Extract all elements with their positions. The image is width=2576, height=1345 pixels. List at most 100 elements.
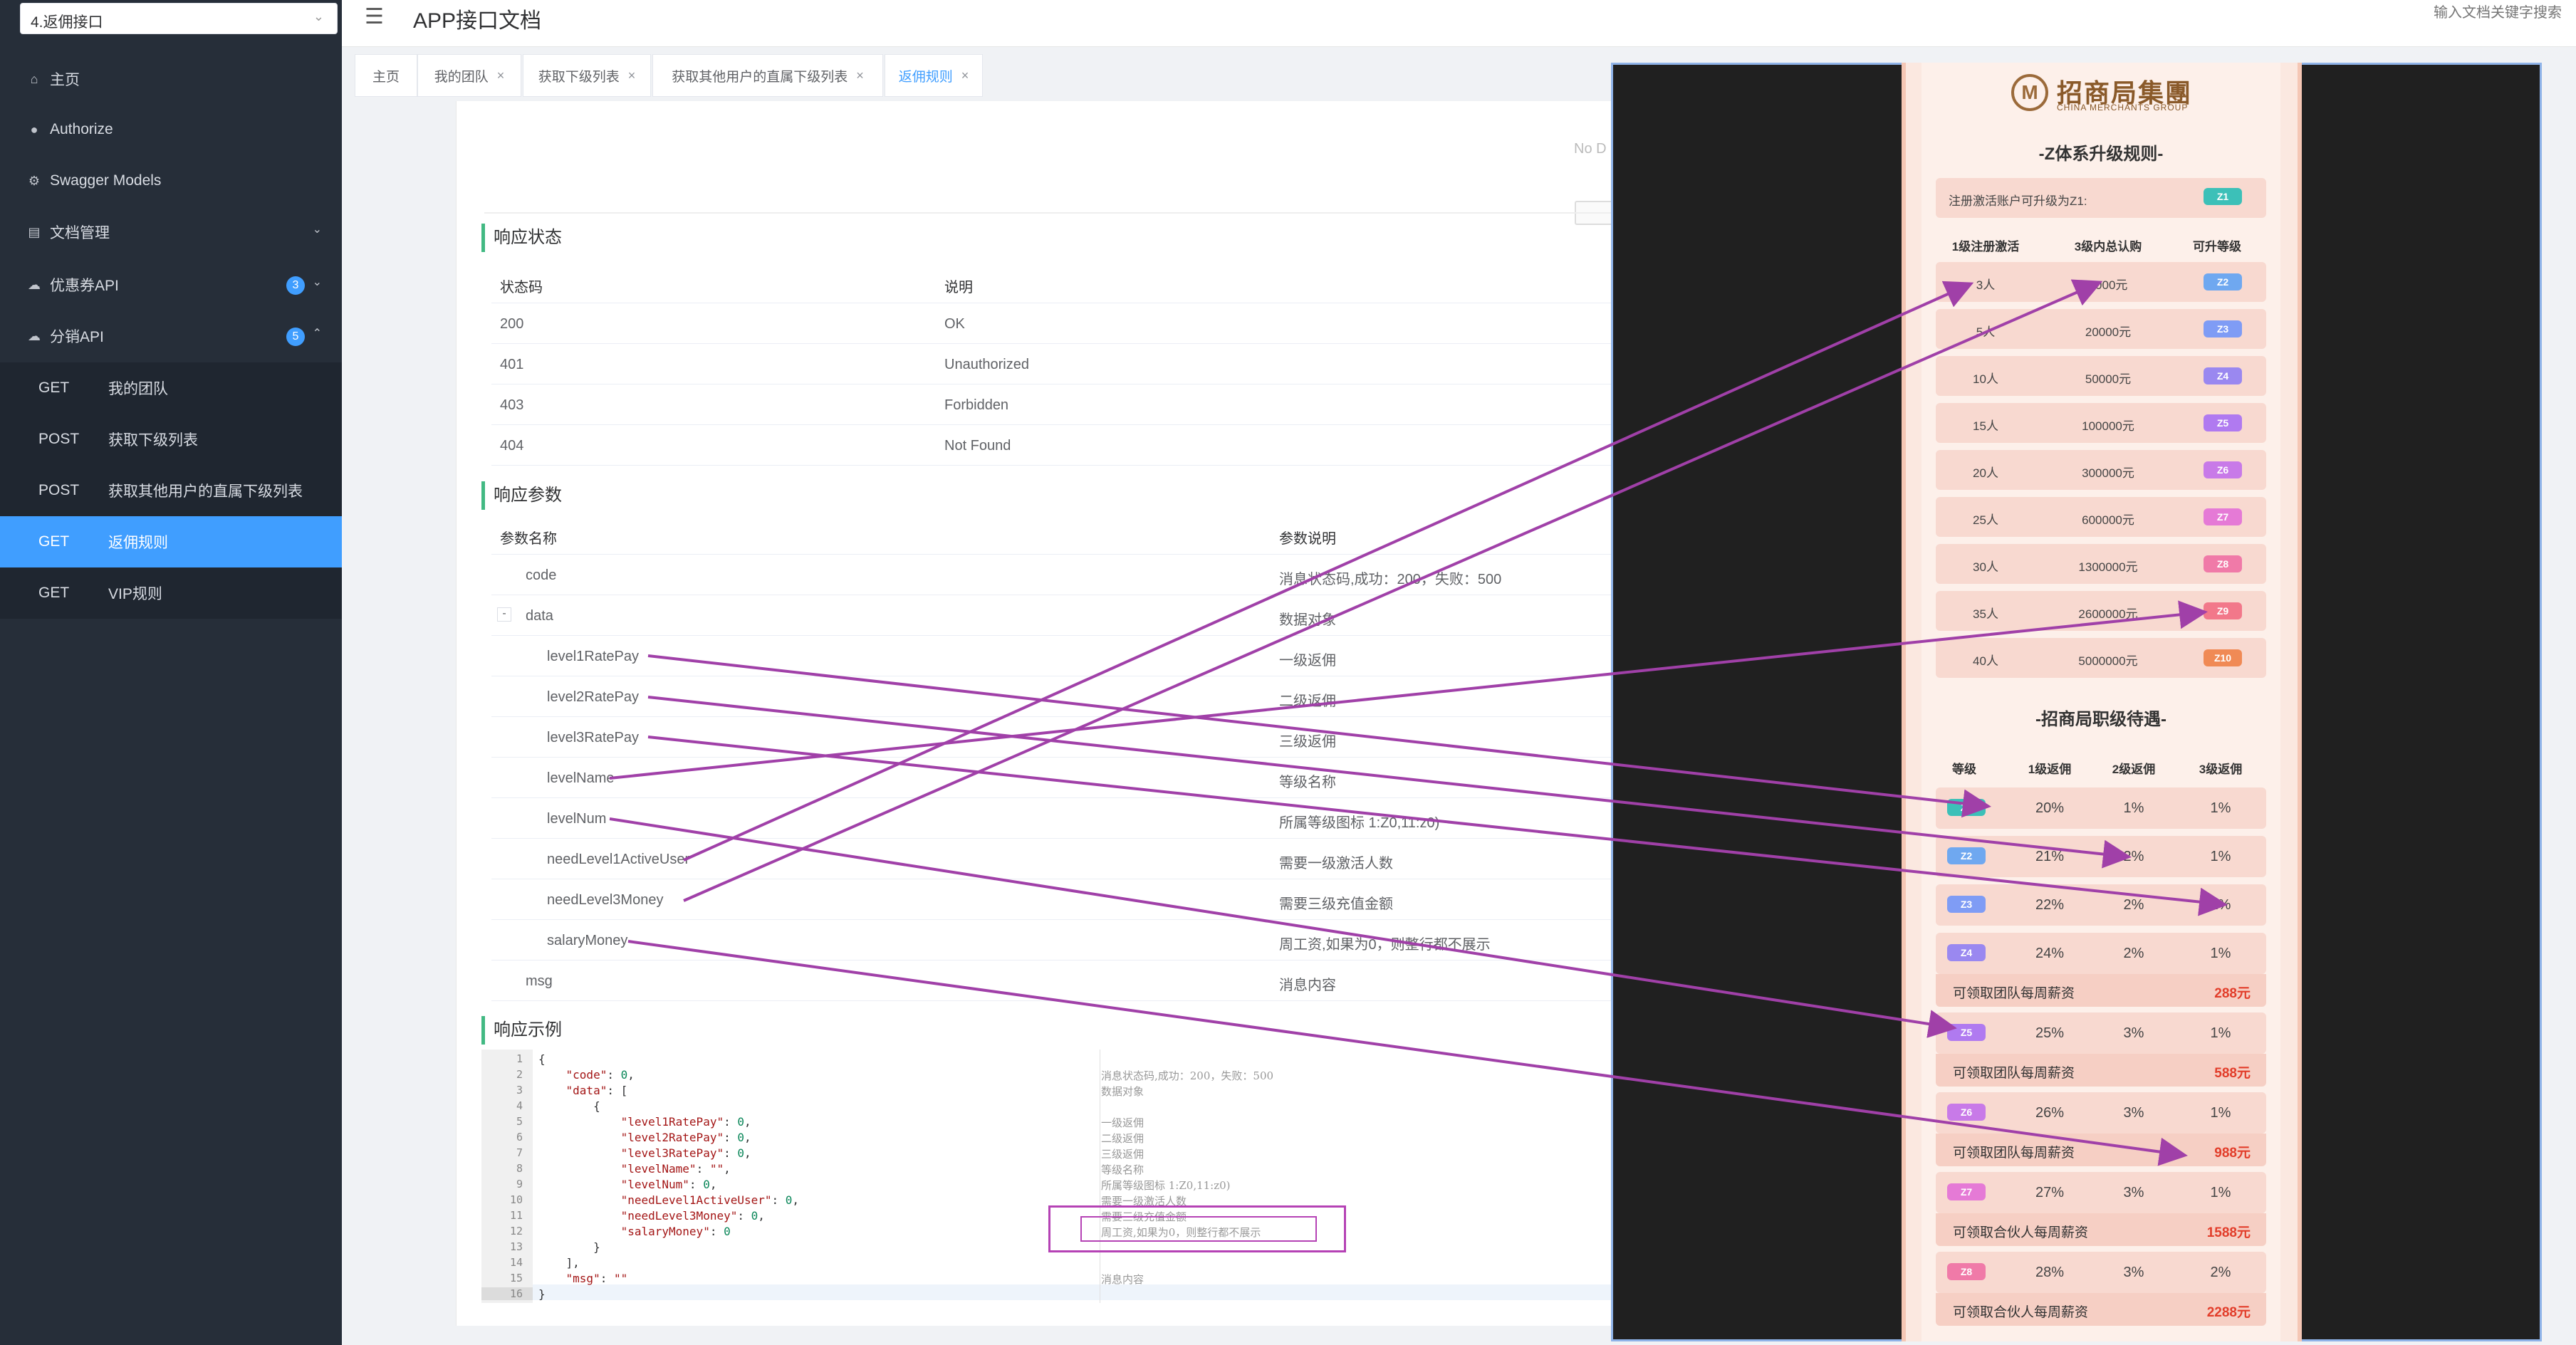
code-line: "salaryMoney": 0 xyxy=(620,1225,731,1238)
required-people: 15人 xyxy=(1973,419,1998,433)
cloud-icon: ☁ xyxy=(28,277,41,292)
salary-value: 2288元 xyxy=(2206,1305,2251,1320)
param-description: 二级返佣 xyxy=(1279,694,1336,709)
level1-rate: 24% xyxy=(2035,946,2065,961)
line-number: 11 xyxy=(509,1209,523,1222)
column-header: 参数名称 xyxy=(500,531,557,547)
salary-label: 可领取合伙人每周薪资 xyxy=(1953,1305,2089,1320)
column-header: 等级 xyxy=(1952,763,1976,776)
level2-rate: 2% xyxy=(2123,849,2144,864)
tab[interactable]: 我的团队 × xyxy=(417,54,521,97)
search-input[interactable] xyxy=(2434,0,2576,26)
sidebar-item-4[interactable]: ▤ 文档管理 ⌄ xyxy=(0,206,342,258)
lock-icon: ● xyxy=(30,122,38,137)
level3-rate: 1% xyxy=(2210,1105,2231,1121)
level2-rate: 2% xyxy=(2123,946,2144,961)
param-name: level2RatePay xyxy=(547,689,639,705)
endpoint-label: 获取下级列表 xyxy=(108,432,198,449)
param-name: level3RatePay xyxy=(547,730,639,745)
sidebar-endpoint[interactable]: POST 获取其他用户的直属下级列表 xyxy=(0,465,342,516)
level1-rate: 21% xyxy=(2035,849,2065,864)
code-editor[interactable]: 1 2 3 4 5 6 7 8 9 10 11 12 13 14 15 16 { "code": 0, "da… xyxy=(481,1050,1613,1303)
close-icon[interactable]: × xyxy=(497,68,505,83)
sidebar-endpoint[interactable]: GET VIP规则 xyxy=(0,567,342,619)
line-number: 8 xyxy=(516,1162,523,1175)
sidebar-endpoint[interactable]: GET 我的团队 xyxy=(0,362,342,414)
level2-rate: 3% xyxy=(2123,1025,2144,1041)
expand-toggle[interactable]: - xyxy=(497,607,511,622)
level-badge: Z3 xyxy=(2204,320,2242,337)
column-header: 2级返佣 xyxy=(2112,763,2156,776)
sidebar-item-2[interactable]: ● Authorize xyxy=(0,104,342,155)
empty-text: No D xyxy=(1574,141,1607,157)
sidebar-endpoint[interactable]: GET 返佣规则 xyxy=(0,516,342,567)
tab[interactable]: 获取下级列表 × xyxy=(523,54,651,97)
required-amount: 20000元 xyxy=(2085,325,2132,339)
code-line: "levelNum": 0, xyxy=(620,1178,717,1191)
salary-row: 可领取团队每周薪资 288元 xyxy=(1936,974,2266,1007)
tab[interactable]: 主页 xyxy=(355,54,417,97)
sidebar-item-3[interactable]: ⚙ Swagger Models xyxy=(0,155,342,206)
tab-label: 获取其他用户的直属下级列表 xyxy=(672,69,848,85)
current-line-highlight xyxy=(533,1284,1613,1300)
status-code: 401 xyxy=(500,357,524,372)
menu-toggle-icon[interactable]: ☰ xyxy=(365,4,384,29)
sidebar-endpoint[interactable]: POST 获取下级列表 xyxy=(0,414,342,465)
api-group-select[interactable]: 4.返佣接口 ⌄ xyxy=(20,3,338,34)
param-description: 三级返佣 xyxy=(1279,734,1336,750)
required-amount: 100000元 xyxy=(2082,419,2134,433)
table-row: 403 Forbidden xyxy=(491,384,1613,425)
table-row: 401 Unauthorized xyxy=(491,344,1613,384)
salary-value: 988元 xyxy=(2214,1146,2251,1161)
column-header: 1级返佣 xyxy=(2028,763,2072,776)
level-badge: Z9 xyxy=(2204,602,2242,619)
line-number: 1 xyxy=(516,1052,523,1065)
code-comment: 数据对象 xyxy=(1101,1085,1144,1098)
tab[interactable]: 返佣规则 × xyxy=(885,54,983,97)
level-badge: Z1 xyxy=(1947,799,1986,816)
level-badge: Z8 xyxy=(1947,1263,1986,1280)
status-description: Not Found xyxy=(944,438,1011,454)
column-header: 3级内总认购 xyxy=(2074,240,2142,253)
sidebar-item-5[interactable]: ☁ 优惠券API 3 ⌄ xyxy=(0,259,342,310)
level3-rate: 1% xyxy=(2210,1185,2231,1200)
sidebar-item-1[interactable]: ⌂ 主页 xyxy=(0,53,342,105)
divider xyxy=(484,212,1613,214)
level1-rate: 25% xyxy=(2035,1025,2065,1041)
level3-rate: 1% xyxy=(2210,946,2231,961)
line-number: 14 xyxy=(509,1256,523,1269)
param-description: 数据对象 xyxy=(1279,612,1336,628)
code-line: "levelName": "", xyxy=(620,1162,731,1176)
salary-label: 可领取团队每周薪资 xyxy=(1953,986,2075,1001)
salary-row: 可领取团队每周薪资 988元 xyxy=(1936,1134,2266,1166)
http-method: POST xyxy=(38,431,80,447)
level-badge: Z6 xyxy=(1947,1104,1986,1121)
chevron-down-icon: ⌄ xyxy=(312,276,322,288)
status-code: 404 xyxy=(500,438,524,454)
chevron-down-icon: ⌄ xyxy=(312,224,322,236)
level2-rate: 2% xyxy=(2123,897,2144,913)
count-badge: 5 xyxy=(286,328,305,346)
param-description: 消息内容 xyxy=(1279,978,1336,993)
line-number: 15 xyxy=(509,1272,523,1284)
code-comment: 消息内容 xyxy=(1101,1273,1144,1286)
code-line: ], xyxy=(538,1256,580,1270)
code-line: "level1RatePay": 0, xyxy=(620,1115,751,1129)
table-row: needLevel3Money 需要三级充值金额 xyxy=(491,879,1613,920)
home-icon: ⌂ xyxy=(30,71,38,86)
close-icon[interactable]: × xyxy=(628,68,636,83)
column-header: 3级返佣 xyxy=(2199,763,2243,776)
required-people: 20人 xyxy=(1973,466,1998,480)
param-name: level1RatePay xyxy=(547,649,639,664)
close-icon[interactable]: × xyxy=(961,68,969,83)
level-badge: Z2 xyxy=(2204,273,2242,291)
document-icon: ▤ xyxy=(28,224,41,239)
level1-rate: 26% xyxy=(2035,1105,2065,1121)
close-icon[interactable]: × xyxy=(856,68,864,83)
level3-rate: 1% xyxy=(2210,1025,2231,1041)
benefit-header: 等级 1级返佣 2级返佣 3级返佣 xyxy=(1936,750,2266,779)
salary-row: 可领取合伙人每周薪资 1588元 xyxy=(1936,1213,2266,1246)
param-description: 需要一级激活人数 xyxy=(1279,856,1393,872)
tab[interactable]: 获取其他用户的直属下级列表 × xyxy=(652,54,883,97)
sidebar-item-6[interactable]: ☁ 分销API 5 ⌃ xyxy=(0,310,342,362)
